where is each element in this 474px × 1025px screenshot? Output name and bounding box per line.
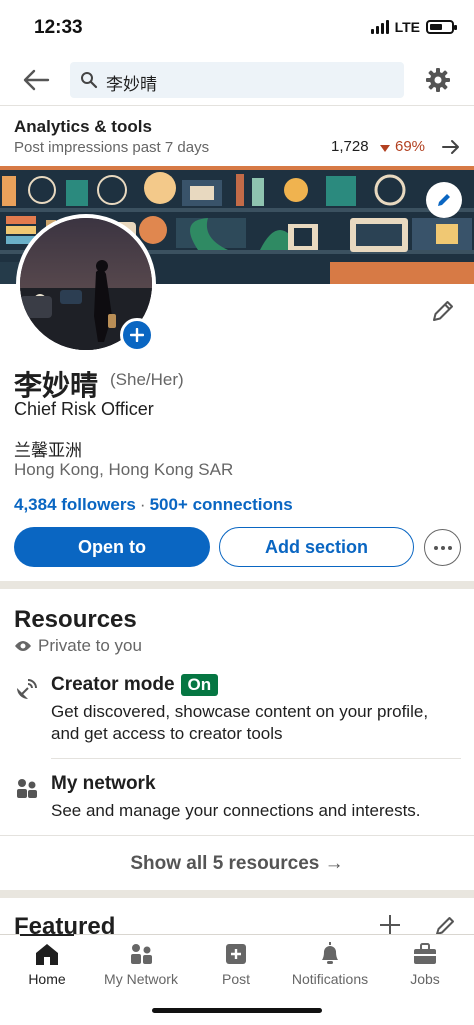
- followers-link[interactable]: 4,384 followers: [14, 495, 136, 514]
- search-query: 李妙晴: [106, 75, 157, 94]
- analytics-tools[interactable]: Analytics & tools Post impressions past …: [0, 112, 474, 166]
- analytics-title: Analytics & tools: [14, 117, 152, 136]
- plus-icon: [130, 328, 144, 342]
- analytics-subtitle: Post impressions past 7 days: [14, 139, 210, 156]
- my-network-description: See and manage your connections and inte…: [51, 801, 421, 820]
- edit-profile-pencil-icon[interactable]: [430, 298, 456, 324]
- open-to-button[interactable]: Open to: [14, 527, 210, 567]
- dot-icon: [433, 545, 438, 550]
- network-icon: [131, 944, 152, 964]
- search-input[interactable]: 李妙晴: [70, 62, 404, 98]
- battery-icon: [426, 20, 457, 34]
- profile-company: 兰馨亚洲: [14, 441, 82, 460]
- private-label: Private to you: [38, 636, 142, 655]
- nav-home[interactable]: Home: [0, 934, 94, 995]
- profile-stats: 4,384 followers · 500+ connections: [14, 495, 293, 515]
- home-indicator: [152, 1008, 322, 1013]
- show-all-resources-button[interactable]: Show all 5 resources →: [0, 846, 474, 882]
- impressions-count: 1,728: [331, 138, 369, 155]
- arrow-right-icon: [442, 140, 459, 154]
- top-bar: 李妙晴: [0, 54, 474, 106]
- dot-icon: [440, 545, 445, 550]
- resource-my-network[interactable]: My network See and manage your connectio…: [14, 773, 460, 821]
- profile-name: 李妙晴: [14, 370, 99, 401]
- network-type: LTE: [394, 19, 420, 35]
- item-divider: [51, 758, 461, 759]
- nav-jobs[interactable]: Jobs: [378, 939, 472, 995]
- nav-home-label: Home: [28, 971, 66, 987]
- impressions-change: 69%: [395, 138, 426, 155]
- profile-pronouns: (She/Her): [110, 370, 184, 389]
- profile-location: Hong Kong, Hong Kong SAR: [14, 460, 234, 479]
- nav-post[interactable]: Post: [189, 939, 283, 995]
- section-divider: [0, 890, 474, 898]
- down-triangle-icon: [380, 145, 390, 152]
- profile-headline: Chief Risk Officer: [14, 399, 154, 419]
- item-divider: [0, 835, 474, 836]
- private-to-you: Private to you: [14, 636, 142, 656]
- nav-notifications-label: Notifications: [291, 971, 369, 987]
- resources-title: Resources: [14, 606, 137, 633]
- post-icon: [226, 944, 246, 964]
- creator-mode-status-badge: On: [180, 674, 219, 696]
- eye-icon: [15, 641, 31, 651]
- section-divider: [0, 581, 474, 589]
- resource-creator-mode[interactable]: Creator mode On Get discovered, showcase …: [14, 674, 460, 744]
- briefcase-icon: [414, 943, 436, 964]
- status-indicators: LTE: [370, 19, 457, 35]
- nav-jobs-label: Jobs: [410, 971, 440, 987]
- nav-post-label: Post: [221, 971, 250, 987]
- nav-my-network[interactable]: My Network: [94, 939, 188, 995]
- connections-link[interactable]: 500+ connections: [150, 495, 293, 514]
- creator-mode-title: Creator mode On: [51, 674, 219, 696]
- pencil-icon: [438, 194, 450, 206]
- add-photo-button[interactable]: [120, 318, 154, 352]
- nav-notifications[interactable]: Notifications: [283, 939, 377, 995]
- status-bar: 12:33 LTE: [0, 0, 474, 54]
- status-time: 12:33: [34, 17, 83, 38]
- people-icon: [17, 779, 37, 798]
- home-icon: [36, 944, 58, 965]
- creator-mode-description: Get discovered, showcase content on your…: [51, 702, 429, 743]
- more-options-button[interactable]: [424, 529, 461, 566]
- dot-icon: [447, 545, 452, 550]
- signal-icon: [370, 20, 389, 34]
- edit-banner-button[interactable]: [426, 182, 462, 218]
- bell-icon: [322, 942, 338, 964]
- stats-separator: ·: [139, 495, 146, 514]
- nav-my-network-label: My Network: [104, 971, 178, 987]
- satellite-dish-icon: [17, 679, 37, 699]
- gear-icon[interactable]: [424, 66, 452, 94]
- my-network-title: My network: [51, 773, 156, 794]
- search-icon: [81, 72, 98, 89]
- add-section-button[interactable]: Add section: [219, 527, 414, 567]
- back-arrow-icon[interactable]: [22, 66, 50, 94]
